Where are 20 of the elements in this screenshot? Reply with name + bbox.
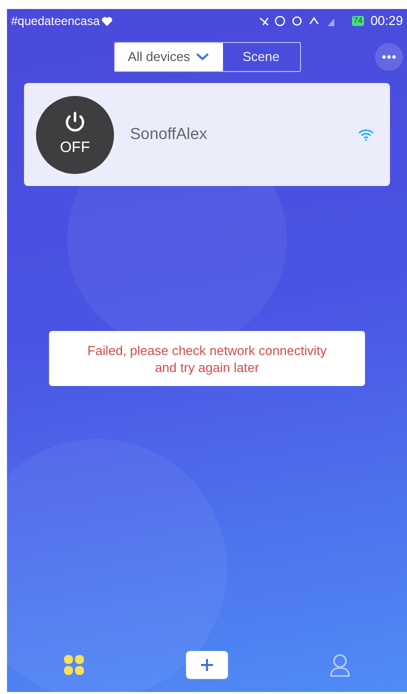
power-button[interactable]: OFF bbox=[36, 96, 114, 174]
segment-tab[interactable]: Scene bbox=[222, 43, 300, 71]
plus-icon bbox=[200, 658, 214, 672]
add-button[interactable] bbox=[186, 651, 228, 679]
more-icon bbox=[382, 55, 396, 59]
device-name: SonoffAlex bbox=[130, 124, 208, 144]
segment-tab[interactable]: All devices bbox=[114, 43, 222, 71]
battery-level: 74 bbox=[352, 16, 364, 26]
clock-text: 00:29 bbox=[370, 12, 403, 30]
wifi-icon bbox=[358, 128, 374, 140]
flower-icon[interactable] bbox=[62, 654, 85, 676]
heart-icon bbox=[100, 16, 113, 26]
chevron-icon bbox=[196, 53, 210, 61]
error-message: Failed, please check network connectivity and try again later bbox=[86, 342, 328, 376]
device-card[interactable]: OFF SonoffAlex bbox=[24, 83, 390, 186]
signal-icon bbox=[327, 18, 334, 26]
status-text: #quedateencasa bbox=[11, 13, 100, 30]
more-button[interactable] bbox=[375, 43, 403, 71]
mute-icon bbox=[258, 17, 268, 26]
power-icon bbox=[63, 110, 87, 134]
